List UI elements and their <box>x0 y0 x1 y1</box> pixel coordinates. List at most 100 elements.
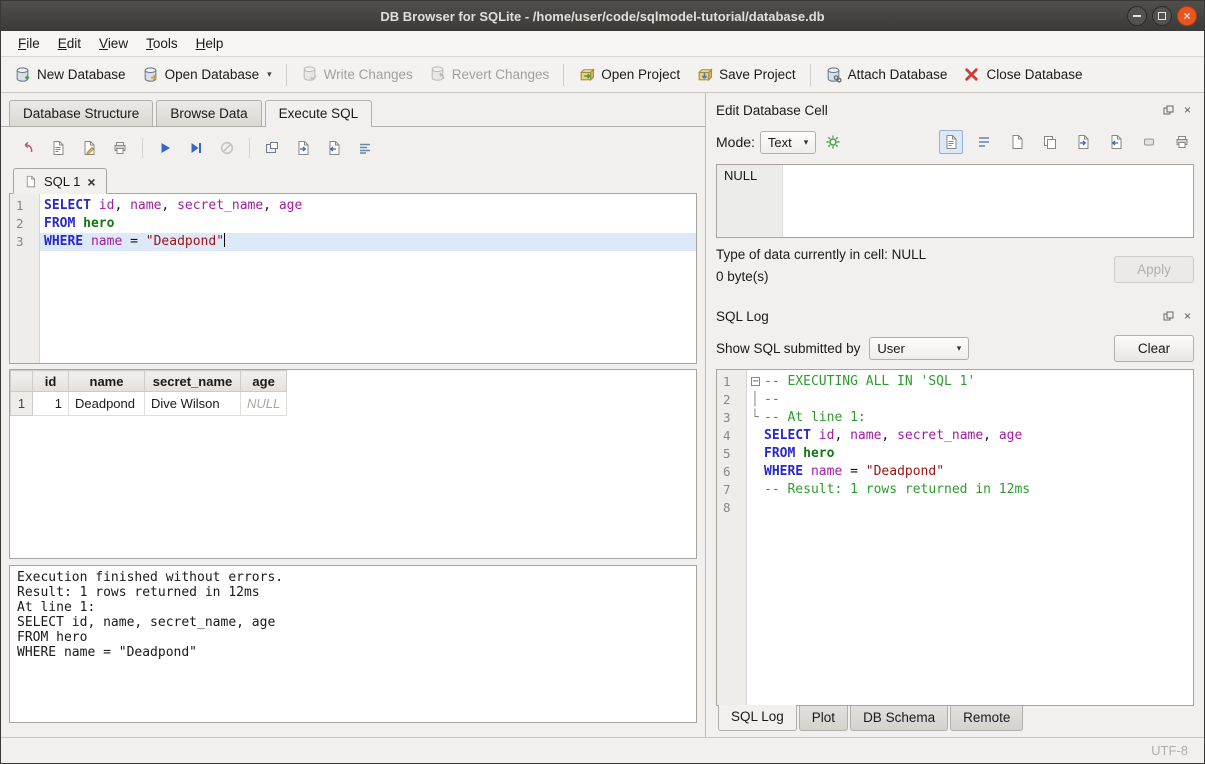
cell-secret-name[interactable]: Dive Wilson <box>145 392 241 416</box>
toolbar-separator <box>563 64 564 86</box>
window-maximize-button[interactable] <box>1152 6 1172 26</box>
save-sql-file-button[interactable] <box>46 136 70 160</box>
collapse-marker-icon[interactable]: − <box>751 377 760 386</box>
print-sql-button[interactable] <box>108 136 132 160</box>
word-wrap-button[interactable] <box>972 130 996 154</box>
mode-dropdown-arrow: ▾ <box>804 137 809 148</box>
main-area: Database Structure Browse Data Execute S… <box>1 93 1204 737</box>
menu-tools[interactable]: Tools <box>137 32 187 55</box>
open-database-dropdown-arrow[interactable]: ▾ <box>267 69 272 80</box>
cell-id[interactable]: 1 <box>33 392 69 416</box>
cell-value-gutter: NULL <box>717 165 783 237</box>
window-controls: × <box>1127 6 1197 26</box>
editor-code-area[interactable]: SELECT id, name, secret_name, ageFROM he… <box>40 194 696 363</box>
menu-edit[interactable]: Edit <box>49 32 90 55</box>
attach-database-button[interactable]: Attach Database <box>818 61 955 88</box>
export-sql-button[interactable] <box>322 136 346 160</box>
titlebar: DB Browser for SQLite - /home/user/code/… <box>1 1 1204 31</box>
app-window: DB Browser for SQLite - /home/user/code/… <box>0 0 1205 764</box>
tab-browse-data[interactable]: Browse Data <box>156 100 261 126</box>
new-sql-tab-button[interactable] <box>260 136 284 160</box>
tab-database-structure[interactable]: Database Structure <box>9 100 153 126</box>
window-close-button[interactable]: × <box>1177 6 1197 26</box>
close-panel-icon[interactable]: × <box>1181 104 1194 117</box>
save-project-button[interactable]: Save Project <box>689 61 803 88</box>
tab-sql-log[interactable]: SQL Log <box>718 705 797 731</box>
close-panel-icon[interactable]: × <box>1181 310 1194 323</box>
bottom-tab-bar: SQL Log Plot DB Schema Remote <box>716 706 1194 737</box>
close-database-icon <box>963 66 980 83</box>
execute-current-line-button[interactable] <box>184 136 208 160</box>
clear-log-button[interactable]: Clear <box>1114 335 1194 362</box>
menu-file[interactable]: File <box>9 32 49 55</box>
import-sql-button[interactable] <box>291 136 315 160</box>
format-sql-button[interactable] <box>353 136 377 160</box>
sql-tab-label: SQL 1 <box>44 174 80 189</box>
copy-cell-button[interactable] <box>1038 130 1062 154</box>
new-sql-tab-icon <box>264 140 280 156</box>
open-database-label: Open Database <box>165 67 260 82</box>
tab-plot[interactable]: Plot <box>799 706 848 731</box>
execute-all-button[interactable] <box>153 136 177 160</box>
mode-combobox[interactable]: Text ▾ <box>760 131 816 154</box>
code-line: SELECT id, name, secret_name, age <box>40 197 696 215</box>
sql-tab[interactable]: SQL 1 × <box>13 168 107 194</box>
right-panel: Edit Database Cell × Mode: Text ▾ <box>705 93 1204 737</box>
cell-value-area[interactable] <box>783 165 1193 237</box>
submitted-by-combobox[interactable]: User ▾ <box>869 337 969 360</box>
code-line: WHERE name = "Deadpond" <box>747 463 1193 481</box>
open-database-button[interactable]: Open Database ▾ <box>135 61 279 88</box>
tab-execute-sql[interactable]: Execute SQL <box>265 100 373 127</box>
save-sql-file-as-button[interactable] <box>77 136 101 160</box>
write-changes-label: Write Changes <box>324 67 413 82</box>
auto-format-button[interactable] <box>821 130 845 154</box>
import-cell-data-button[interactable] <box>1071 130 1095 154</box>
set-null-button[interactable] <box>1137 130 1161 154</box>
code-line: │-- <box>747 391 1193 409</box>
import-sql-icon <box>295 140 311 156</box>
results-header-row: id name secret_name age <box>11 371 287 392</box>
revert-changes-button[interactable]: Revert Changes <box>422 60 557 90</box>
code-line: -- Result: 1 rows returned in 12ms <box>747 481 1193 499</box>
mode-label: Mode: <box>716 134 755 150</box>
column-header-age[interactable]: age <box>241 371 287 392</box>
open-in-external-button[interactable] <box>1005 130 1029 154</box>
edit-cell-dock-icons: × <box>1162 104 1194 117</box>
text-view-button[interactable] <box>939 130 963 154</box>
cell-value-editor[interactable]: NULL <box>716 164 1194 238</box>
stop-execution-button[interactable] <box>215 136 239 160</box>
line-number: 8 <box>717 499 746 517</box>
column-header-name[interactable]: name <box>69 371 145 392</box>
column-header-secret-name[interactable]: secret_name <box>145 371 241 392</box>
tab-db-schema[interactable]: DB Schema <box>850 706 948 731</box>
float-panel-icon[interactable] <box>1162 310 1175 323</box>
execution-message: Execution finished without errors. Resul… <box>9 565 697 723</box>
sql-editor[interactable]: 123 SELECT id, name, secret_name, ageFRO… <box>9 194 697 364</box>
close-database-button[interactable]: Close Database <box>956 61 1089 88</box>
encoding-indicator[interactable]: UTF-8 <box>1151 743 1188 758</box>
write-changes-button[interactable]: Write Changes <box>294 60 420 90</box>
sql-tab-close-icon[interactable]: × <box>87 175 95 189</box>
apply-button[interactable]: Apply <box>1114 256 1194 283</box>
export-cell-data-button[interactable] <box>1104 130 1128 154</box>
statusbar: UTF-8 <box>1 737 1204 763</box>
print-cell-button[interactable] <box>1170 130 1194 154</box>
print-cell-icon <box>1174 134 1190 150</box>
word-wrap-icon <box>976 134 992 150</box>
window-minimize-button[interactable] <box>1127 6 1147 26</box>
results-table: id name secret_name age 1 1 Deadpond Div… <box>10 370 287 416</box>
row-number[interactable]: 1 <box>11 392 33 416</box>
menu-view[interactable]: View <box>90 32 137 55</box>
open-project-button[interactable]: Open Project <box>571 61 687 88</box>
export-sql-icon <box>326 140 342 156</box>
column-header-id[interactable]: id <box>33 371 69 392</box>
menu-help[interactable]: Help <box>187 32 233 55</box>
cell-name[interactable]: Deadpond <box>69 392 145 416</box>
tab-remote[interactable]: Remote <box>950 706 1023 731</box>
cell-type-row: Type of data currently in cell: NULL 0 b… <box>716 247 1194 291</box>
float-panel-icon[interactable] <box>1162 104 1175 117</box>
cell-age[interactable]: NULL <box>241 392 287 416</box>
import-cell-data-icon <box>1075 134 1091 150</box>
open-sql-file-button[interactable] <box>15 136 39 160</box>
new-database-button[interactable]: New Database <box>7 61 133 88</box>
